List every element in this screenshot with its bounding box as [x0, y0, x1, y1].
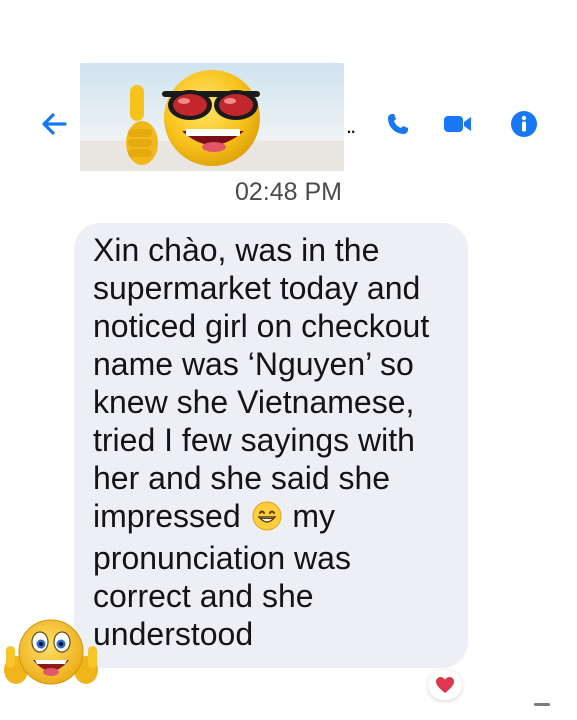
heart-icon: [436, 677, 454, 693]
info-button[interactable]: [506, 106, 542, 142]
double-thumbs-up-emoji-icon: [4, 619, 98, 685]
message-text-part-1: Xin chào, was in the supermarket today a…: [93, 232, 430, 534]
back-button[interactable]: [36, 106, 72, 142]
message-timestamp: 02:48 PM: [234, 178, 342, 206]
thumbs-up-emoji-sticker: [0, 608, 104, 696]
sunglasses-emoji-photo: [80, 63, 344, 171]
conversation-header: ..: [0, 0, 577, 180]
watermark-mark: [534, 703, 550, 706]
arrow-left-icon: [42, 113, 67, 135]
contact-name-truncated: ..: [346, 113, 356, 138]
call-button[interactable]: [380, 106, 416, 142]
message-text: Xin chào, was in the supermarket today a…: [93, 231, 456, 653]
contact-profile-image[interactable]: [80, 63, 344, 171]
info-icon: [511, 111, 537, 137]
phone-icon: [388, 114, 408, 134]
video-camera-icon: [444, 116, 471, 132]
message-reaction[interactable]: [428, 670, 462, 700]
video-call-button[interactable]: [440, 106, 476, 142]
grinning-face-emoji-icon: [252, 501, 282, 539]
message-bubble[interactable]: Xin chào, was in the supermarket today a…: [74, 223, 468, 668]
